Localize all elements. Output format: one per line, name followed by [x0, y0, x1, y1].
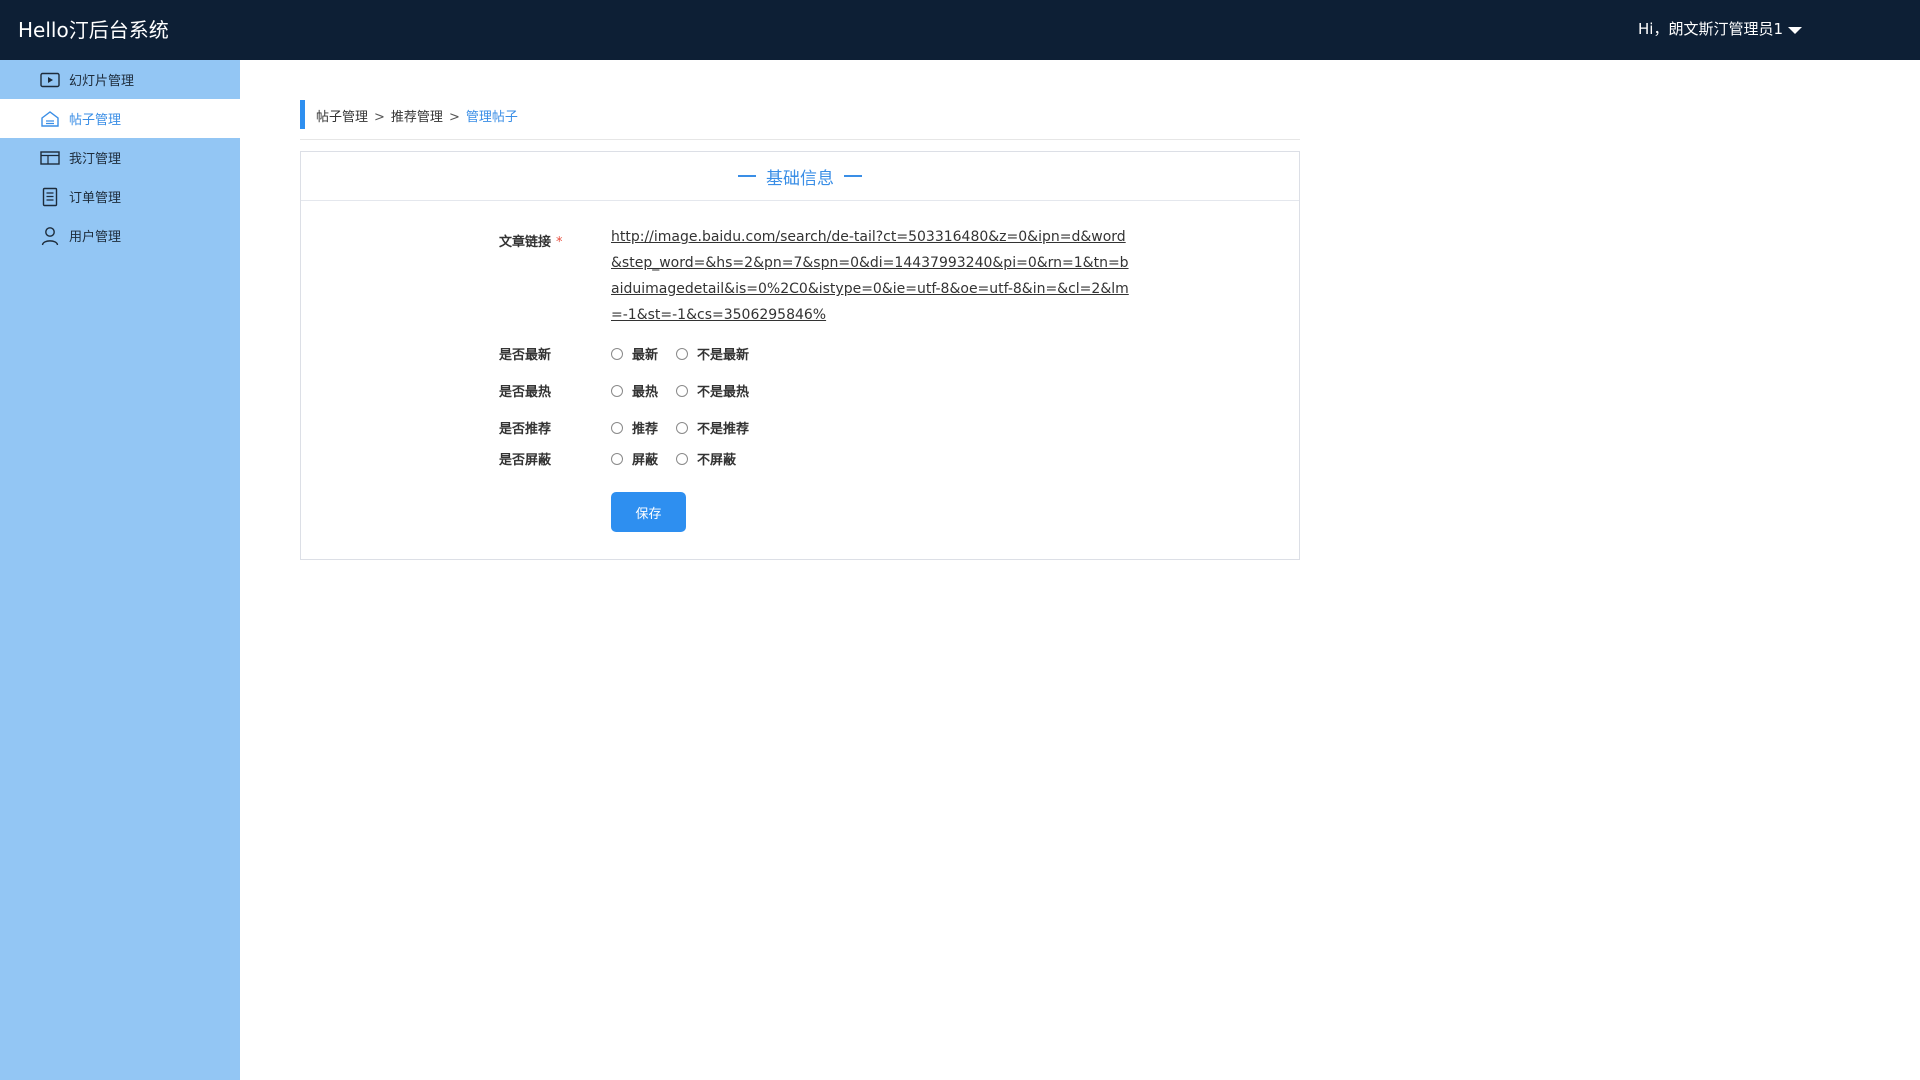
- sidebar-item-label: 帖子管理: [69, 113, 122, 128]
- radio-label: 不是最新: [697, 348, 750, 363]
- app-title: Hello汀后台系统: [18, 18, 169, 42]
- sidebar-item-label: 订单管理: [69, 191, 122, 206]
- sidebar-item-label: 幻灯片管理: [69, 74, 135, 89]
- home-icon: [39, 109, 61, 129]
- layout-icon: [39, 148, 61, 168]
- radio-label: 屏蔽: [632, 453, 659, 468]
- radio-button[interactable]: [676, 384, 689, 397]
- slideshow-icon: [39, 70, 61, 90]
- radio-group-recommend: 推荐 不是推荐: [611, 418, 767, 437]
- radio-block-no[interactable]: 不屏蔽: [676, 449, 736, 468]
- radio-button[interactable]: [676, 452, 689, 465]
- breadcrumb-item-current: 管理帖子: [465, 110, 518, 125]
- radio-button[interactable]: [676, 347, 689, 360]
- article-link-label: 文章链接 *: [499, 231, 563, 250]
- radio-button[interactable]: [611, 384, 623, 397]
- radio-hot-no[interactable]: 不是最热: [676, 381, 749, 400]
- radio-label: 推荐: [632, 422, 659, 437]
- sidebar-item-users[interactable]: 用户管理: [0, 216, 240, 255]
- title-dash-left: [738, 175, 756, 177]
- article-link[interactable]: http://image.baidu.com/search/de-tail?ct…: [611, 224, 1131, 328]
- panel-title: 基础信息: [766, 168, 834, 189]
- radio-button[interactable]: [611, 452, 623, 465]
- breadcrumb-accent-bar: [300, 100, 305, 129]
- form-label-hot: 是否最热: [499, 385, 552, 400]
- save-button[interactable]: 保存: [611, 492, 686, 532]
- sidebar-item-posts[interactable]: 帖子管理: [0, 99, 240, 138]
- radio-button[interactable]: [676, 421, 689, 434]
- radio-group-latest: 最新 不是最新: [611, 344, 767, 363]
- sidebar-item-slideshow[interactable]: 幻灯片管理: [0, 60, 240, 99]
- user-greeting: Hi，朗文斯汀管理员1: [1638, 20, 1783, 38]
- radio-recommend-no[interactable]: 不是推荐: [676, 418, 749, 437]
- radio-label: 最热: [632, 385, 659, 400]
- panel-header: 基础信息: [301, 152, 1299, 201]
- radio-label: 不是最热: [697, 385, 750, 400]
- user-icon: [39, 226, 61, 246]
- breadcrumb-separator: >: [374, 110, 385, 125]
- radio-latest-yes[interactable]: 最新: [611, 344, 658, 363]
- radio-label: 不屏蔽: [697, 453, 737, 468]
- form-label-block: 是否屏蔽: [499, 453, 552, 468]
- breadcrumb-item-recommend[interactable]: 推荐管理: [391, 110, 443, 125]
- radio-label: 不是推荐: [697, 422, 750, 437]
- form-label-recommend: 是否推荐: [499, 422, 552, 437]
- sidebar: 幻灯片管理 帖子管理 我汀管理 订单管理 用户管理: [0, 60, 240, 1080]
- document-icon: [39, 187, 61, 207]
- radio-block-yes[interactable]: 屏蔽: [611, 449, 658, 468]
- article-link-label-text: 文章链接: [499, 235, 552, 250]
- basic-info-panel: 基础信息 文章链接 * http://image.baidu.com/search…: [300, 151, 1300, 560]
- radio-hot-yes[interactable]: 最热: [611, 381, 658, 400]
- breadcrumb-separator: >: [448, 110, 460, 125]
- required-mark: *: [556, 235, 563, 250]
- radio-recommend-yes[interactable]: 推荐: [611, 418, 658, 437]
- radio-group-block: 屏蔽 不屏蔽: [611, 449, 754, 468]
- radio-label: 最新: [632, 348, 659, 363]
- radio-button[interactable]: [611, 347, 623, 360]
- sidebar-item-orders[interactable]: 订单管理: [0, 177, 240, 216]
- user-menu[interactable]: Hi，朗文斯汀管理员1: [1638, 0, 1802, 58]
- title-dash-right: [844, 175, 862, 177]
- sidebar-item-woting[interactable]: 我汀管理: [0, 138, 240, 177]
- sidebar-item-label: 我汀管理: [69, 152, 122, 167]
- radio-latest-no[interactable]: 不是最新: [676, 344, 749, 363]
- sidebar-item-label: 用户管理: [69, 230, 122, 245]
- top-bar: Hello汀后台系统 Hi，朗文斯汀管理员1: [0, 0, 1920, 60]
- breadcrumb: 帖子管理 > 推荐管理 > 管理帖子: [300, 100, 1300, 140]
- form-label-latest: 是否最新: [499, 348, 552, 363]
- breadcrumb-item-posts[interactable]: 帖子管理: [316, 110, 368, 125]
- caret-down-icon: [1788, 26, 1802, 34]
- radio-group-hot: 最热 不是最热: [611, 381, 767, 400]
- radio-button[interactable]: [611, 421, 623, 434]
